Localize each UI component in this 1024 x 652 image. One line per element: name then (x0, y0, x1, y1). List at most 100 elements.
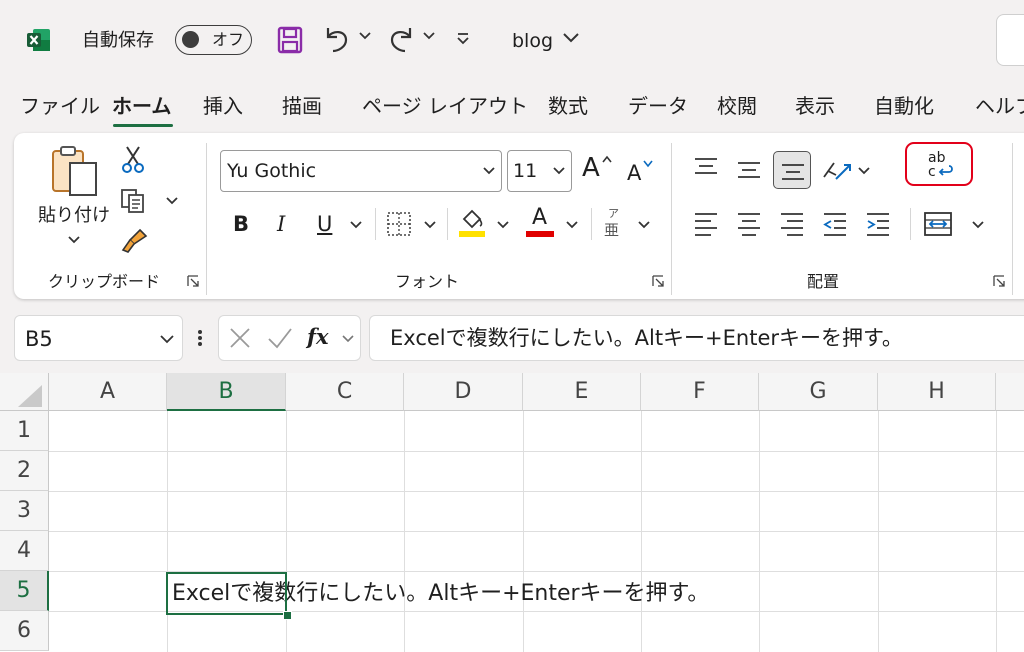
fill-color-dropdown-icon[interactable] (497, 221, 509, 229)
formula-input[interactable]: Excelで複数行にしたい。Altキー+Enterキーを押す。 (369, 315, 1024, 361)
column-header-g[interactable]: G (759, 373, 878, 411)
italic-button[interactable]: I (277, 211, 285, 237)
tab-home[interactable]: ホーム (112, 88, 171, 124)
column-header-c[interactable]: C (286, 373, 404, 411)
fill-handle[interactable] (283, 611, 292, 620)
row-header-1[interactable]: 1 (0, 411, 49, 451)
merge-center-icon[interactable] (923, 210, 953, 238)
row-header-4[interactable]: 4 (0, 531, 49, 571)
name-box-value: B5 (25, 327, 53, 351)
column-header-e[interactable]: E (523, 373, 641, 411)
merge-dropdown-icon[interactable] (972, 221, 984, 229)
cancel-icon[interactable] (229, 327, 251, 349)
font-dialog-launcher-icon[interactable] (652, 275, 664, 287)
phonetic-guide-button[interactable]: ア 亜 (604, 207, 626, 239)
wrap-text-button[interactable]: ab c (924, 148, 958, 182)
customize-qat-icon[interactable] (455, 30, 471, 46)
column-header-b[interactable]: B (167, 373, 286, 411)
borders-icon[interactable] (386, 211, 412, 237)
insert-function-button[interactable]: fx (307, 324, 329, 350)
alignment-dialog-launcher-icon[interactable] (993, 275, 1005, 287)
enter-icon[interactable] (267, 327, 293, 349)
orientation-icon[interactable] (822, 157, 852, 183)
underline-dropdown-icon[interactable] (350, 221, 362, 229)
tab-review[interactable]: 校閲 (717, 88, 757, 124)
font-name-dropdown-icon[interactable] (483, 167, 495, 175)
shrink-font-button[interactable]: A (627, 160, 653, 186)
name-box-dropdown-icon[interactable] (160, 335, 174, 344)
align-middle-icon[interactable] (736, 160, 762, 182)
clipboard-dialog-launcher-icon[interactable] (187, 275, 199, 287)
tab-page-layout[interactable]: ページ レイアウト (362, 88, 528, 124)
undo-dropdown-icon[interactable] (359, 32, 371, 40)
underline-button[interactable]: U (317, 211, 332, 237)
grow-font-button[interactable]: A (582, 155, 612, 181)
decrease-indent-icon[interactable] (822, 212, 848, 236)
search-box[interactable] (996, 14, 1024, 66)
orientation-dropdown-icon[interactable] (858, 167, 870, 175)
column-header-i[interactable] (996, 373, 1024, 411)
column-header-d[interactable]: D (404, 373, 523, 411)
row-header-3[interactable]: 3 (0, 491, 49, 531)
row-header-5[interactable]: 5 (0, 571, 49, 611)
select-all-corner[interactable] (0, 373, 49, 411)
paste-icon[interactable] (50, 145, 100, 197)
font-size-dropdown-icon[interactable] (553, 167, 565, 175)
row-header-6[interactable]: 6 (0, 611, 49, 651)
toggle-knob (182, 31, 199, 48)
font-color-dropdown-icon[interactable] (566, 221, 578, 229)
document-title[interactable]: blog (512, 28, 553, 54)
redo-icon[interactable] (386, 24, 416, 54)
name-box[interactable]: B5 (14, 315, 183, 361)
formula-bar-splitter-icon[interactable] (197, 329, 203, 347)
bold-button[interactable]: B (233, 211, 249, 237)
tab-file[interactable]: ファイル (20, 88, 100, 124)
redo-dropdown-icon[interactable] (423, 32, 435, 40)
tab-data[interactable]: データ (628, 88, 688, 124)
tab-insert[interactable]: 挿入 (203, 88, 243, 124)
font-name-value: Yu Gothic (227, 160, 317, 182)
undo-icon[interactable] (322, 24, 352, 54)
cut-icon[interactable] (122, 145, 144, 173)
group-separator (671, 143, 672, 295)
title-bar: 自動保存 オフ blog (0, 0, 1024, 82)
font-size-combobox[interactable]: 11 (507, 150, 572, 192)
tab-draw[interactable]: 描画 (282, 88, 322, 124)
tab-automate[interactable]: 自動化 (874, 88, 934, 124)
excel-logo-icon (26, 27, 52, 53)
align-right-icon[interactable] (779, 212, 805, 236)
copy-dropdown-icon[interactable] (166, 197, 178, 205)
column-gridline (523, 411, 524, 652)
column-header-a[interactable]: A (49, 373, 167, 411)
copy-icon[interactable] (120, 188, 146, 214)
font-color-glyph: A (532, 205, 548, 230)
fill-color-icon[interactable] (458, 207, 486, 239)
paste-dropdown-icon[interactable] (68, 236, 80, 244)
wrap-text-glyph-bottom: c (928, 164, 936, 180)
tab-view[interactable]: 表示 (795, 88, 835, 124)
toolbar-divider (447, 208, 448, 240)
format-painter-icon[interactable] (120, 228, 148, 254)
column-header-f[interactable]: F (641, 373, 759, 411)
worksheet-grid[interactable]: A B C D E F G H 1 2 3 4 5 6 Excelで複数行にした… (0, 373, 1024, 652)
borders-dropdown-icon[interactable] (424, 221, 436, 229)
align-bottom-button[interactable] (773, 151, 811, 189)
tab-formulas[interactable]: 数式 (548, 88, 588, 124)
tab-help[interactable]: ヘルプ (975, 88, 1024, 124)
increase-indent-icon[interactable] (865, 212, 891, 236)
document-title-chevron-icon[interactable] (563, 33, 579, 43)
align-top-icon[interactable] (693, 156, 719, 178)
autosave-toggle[interactable]: オフ (175, 25, 252, 55)
fx-dropdown-icon[interactable] (342, 335, 354, 343)
font-size-value: 11 (513, 160, 538, 182)
font-name-combobox[interactable]: Yu Gothic (220, 150, 502, 192)
column-header-h[interactable]: H (878, 373, 996, 411)
row-header-2[interactable]: 2 (0, 451, 49, 491)
phonetic-dropdown-icon[interactable] (638, 221, 650, 229)
save-icon[interactable] (277, 26, 303, 54)
font-color-button[interactable]: A (526, 205, 554, 239)
align-center-icon[interactable] (736, 212, 762, 236)
group-separator (1012, 143, 1013, 295)
paste-button[interactable]: 貼り付け (38, 204, 110, 228)
align-left-icon[interactable] (693, 212, 719, 236)
